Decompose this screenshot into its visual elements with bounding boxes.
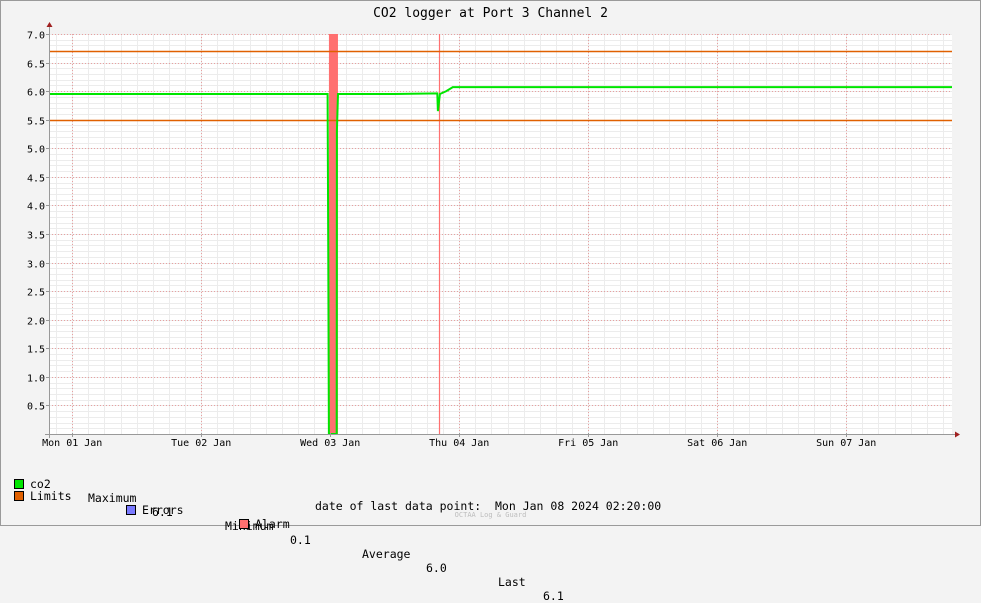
x-tick-label: Sat 06 Jan — [687, 438, 747, 449]
limits-swatch — [14, 491, 24, 501]
y-tick-label: 5.0 — [27, 145, 45, 156]
legend-limits-label: Limits — [30, 489, 72, 503]
x-tick-label: Sun 07 Jan — [816, 438, 876, 449]
alarm-swatch — [239, 519, 249, 529]
y-tick-label: 6.0 — [27, 88, 45, 99]
y-tick-label: 5.5 — [27, 117, 45, 128]
x-tick-label: Tue 02 Jan — [171, 438, 231, 449]
legend-average-label: Average — [362, 547, 411, 561]
legend-alarm: Alarm — [239, 517, 290, 531]
y-tick-label: 2.0 — [27, 317, 45, 328]
y-tick-label: 2.5 — [27, 288, 45, 299]
x-axis-arrow — [955, 431, 960, 438]
legend-alarm-label: Alarm — [255, 517, 290, 531]
y-tick-label: 6.5 — [27, 60, 45, 71]
legend-minimum-value: 0.1 — [290, 533, 311, 547]
y-tick-label: 1.5 — [27, 345, 45, 356]
x-tick-label: Mon 01 Jan — [42, 438, 102, 449]
x-tick-label: Fri 05 Jan — [558, 438, 618, 449]
y-tick-label: 3.0 — [27, 260, 45, 271]
y-tick-label: 4.5 — [27, 174, 45, 185]
legend-last-value: 6.1 — [543, 589, 564, 603]
y-tick-label: 4.0 — [27, 202, 45, 213]
y-tick-label: 1.0 — [27, 374, 45, 385]
legend-average-value: 6.0 — [426, 561, 447, 575]
chart-plot: 0.5 1.0 1.5 2.0 2.5 3.0 3.5 4.0 4.5 5.0 5.5 6.0 6.5 7… — [27, 22, 960, 449]
x-tick-label: Thu 04 Jan — [429, 438, 489, 449]
x-tick-label: Wed 03 Jan — [300, 438, 360, 449]
y-tick-label: 3.5 — [27, 231, 45, 242]
watermark: OCTAA Log & Guard — [454, 511, 527, 519]
y-axis-arrow — [46, 22, 53, 27]
y-tick-label: 0.5 — [27, 402, 45, 413]
legend-row-limits: Limits Errors Alarm — [14, 475, 290, 531]
legend-last-label: Last — [498, 575, 526, 589]
y-tick-label: 7.0 — [27, 31, 45, 42]
legend-limits: Limits — [14, 489, 72, 503]
